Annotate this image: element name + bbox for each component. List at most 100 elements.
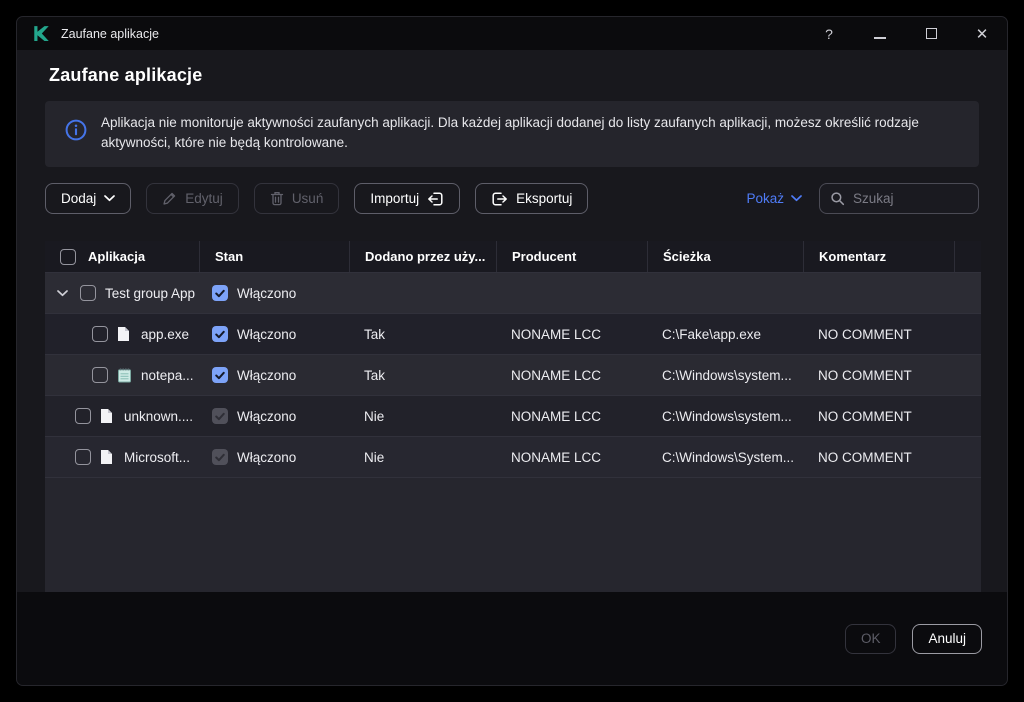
table-empty-area	[45, 477, 981, 592]
check-icon	[215, 412, 225, 420]
close-button[interactable]: ✕	[975, 25, 989, 43]
column-application: Aplikacja	[88, 249, 146, 264]
table-row[interactable]: Microsoft... Włączono Nie NONAME LCC C:\…	[45, 436, 981, 477]
vendor-cell: NONAME LCC	[511, 326, 602, 342]
column-state: Stan	[199, 241, 349, 272]
ok-button[interactable]: OK	[844, 623, 897, 654]
comment-cell: NO COMMENT	[818, 408, 912, 424]
info-icon	[65, 119, 87, 141]
file-icon	[100, 449, 115, 465]
trusted-applications-dialog: Zaufane aplikacje ? ✕ Zaufane aplikacje …	[16, 16, 1008, 686]
added-cell: Nie	[364, 449, 385, 465]
added-cell: Nie	[364, 408, 385, 424]
export-button[interactable]: Eksportuj	[475, 183, 589, 214]
minimize-icon	[874, 36, 886, 39]
row-checkbox[interactable]	[92, 326, 108, 342]
state-label: Włączono	[237, 285, 297, 301]
toolbar: Dodaj Edytuj Usuń Importuj Eksportuj Pok…	[45, 183, 979, 214]
titlebar: Zaufane aplikacje ? ✕	[17, 17, 1007, 50]
dialog-footer: OK Anuluj	[17, 592, 1007, 685]
check-icon	[215, 371, 225, 379]
info-banner: Aplikacja nie monitoruje aktywności zauf…	[45, 101, 979, 167]
app-name: Microsoft...	[124, 449, 191, 465]
export-icon	[491, 191, 508, 207]
column-path: Ścieżka	[647, 241, 803, 272]
applications-table: Aplikacja Stan Dodano przez uży... Produ…	[45, 241, 981, 592]
expand-chevron-icon[interactable]	[57, 289, 71, 297]
file-icon	[117, 326, 132, 342]
app-name: notepa...	[141, 367, 194, 383]
import-button-label: Importuj	[370, 191, 420, 206]
column-vendor: Producent	[496, 241, 647, 272]
pencil-icon	[162, 191, 177, 206]
delete-button[interactable]: Usuń	[253, 183, 340, 214]
search-input[interactable]	[853, 191, 968, 206]
help-button[interactable]: ?	[822, 26, 836, 42]
show-filter-link[interactable]: Pokaż	[746, 191, 802, 206]
search-box	[819, 183, 979, 214]
chevron-down-icon	[791, 195, 802, 202]
table-row[interactable]: app.exe Włączono Tak NONAME LCC C:\Fake\…	[45, 313, 981, 354]
maximize-icon	[925, 27, 937, 39]
table-header: Aplikacja Stan Dodano przez uży... Produ…	[45, 241, 981, 272]
export-button-label: Eksportuj	[516, 191, 573, 206]
path-cell: C:\Windows\system...	[662, 367, 792, 383]
show-filter-label: Pokaż	[746, 191, 784, 206]
row-checkbox[interactable]	[92, 367, 108, 383]
check-icon	[215, 330, 225, 338]
row-checkbox[interactable]	[75, 408, 91, 424]
state-label: Włączono	[237, 367, 297, 383]
comment-cell: NO COMMENT	[818, 449, 912, 465]
minimize-button[interactable]	[873, 26, 887, 42]
app-name: unknown....	[124, 408, 194, 424]
vendor-cell: NONAME LCC	[511, 367, 602, 383]
edit-button-label: Edytuj	[185, 191, 223, 206]
column-filler	[954, 241, 981, 272]
path-cell: C:\Windows\System...	[662, 449, 795, 465]
delete-button-label: Usuń	[291, 191, 324, 206]
comment-cell: NO COMMENT	[818, 367, 912, 383]
select-all-checkbox[interactable]	[60, 248, 76, 265]
edit-button[interactable]: Edytuj	[146, 183, 239, 214]
state-label: Włączono	[237, 408, 297, 424]
kaspersky-logo-icon	[33, 25, 50, 42]
group-name: Test group App	[105, 285, 196, 301]
state-label: Włączono	[237, 326, 297, 342]
app-name: app.exe	[141, 326, 190, 342]
maximize-button[interactable]	[924, 26, 938, 42]
vendor-cell: NONAME LCC	[511, 449, 602, 465]
state-checkbox-disabled	[212, 408, 228, 424]
path-cell: C:\Windows\system...	[662, 408, 792, 424]
import-button[interactable]: Importuj	[354, 183, 461, 214]
table-row-group[interactable]: Test group App Włączono	[45, 272, 981, 313]
chevron-down-icon	[104, 195, 116, 202]
cancel-button[interactable]: Anuluj	[912, 623, 982, 654]
added-cell: Tak	[364, 326, 386, 342]
comment-cell: NO COMMENT	[818, 326, 912, 342]
page-title: Zaufane aplikacje	[49, 65, 203, 85]
table-row[interactable]: notepa... Włączono Tak NONAME LCC C:\Win…	[45, 354, 981, 395]
path-cell: C:\Fake\app.exe	[662, 326, 762, 342]
state-checkbox[interactable]	[212, 326, 228, 342]
row-checkbox[interactable]	[75, 449, 91, 465]
state-checkbox[interactable]	[212, 285, 228, 301]
trash-icon	[270, 191, 284, 206]
column-added-by-user: Dodano przez uży...	[349, 241, 496, 272]
info-banner-text: Aplikacja nie monitoruje aktywności zauf…	[101, 115, 919, 150]
add-button[interactable]: Dodaj	[45, 183, 132, 214]
check-icon	[215, 289, 225, 297]
state-checkbox-disabled	[212, 449, 228, 465]
table-row[interactable]: unknown.... Włączono Nie NONAME LCC C:\W…	[45, 395, 981, 436]
added-cell: Tak	[364, 367, 386, 383]
file-icon	[100, 408, 115, 424]
import-icon	[427, 191, 444, 207]
check-icon	[215, 453, 225, 461]
row-checkbox[interactable]	[80, 285, 96, 301]
state-checkbox[interactable]	[212, 367, 228, 383]
state-label: Włączono	[237, 449, 297, 465]
notepad-icon	[117, 367, 132, 383]
dialog-content: Zaufane aplikacje Aplikacja nie monitoru…	[17, 50, 1007, 592]
window-controls: ? ✕	[822, 25, 989, 43]
search-icon	[830, 191, 845, 206]
window-title: Zaufane aplikacje	[61, 26, 159, 41]
